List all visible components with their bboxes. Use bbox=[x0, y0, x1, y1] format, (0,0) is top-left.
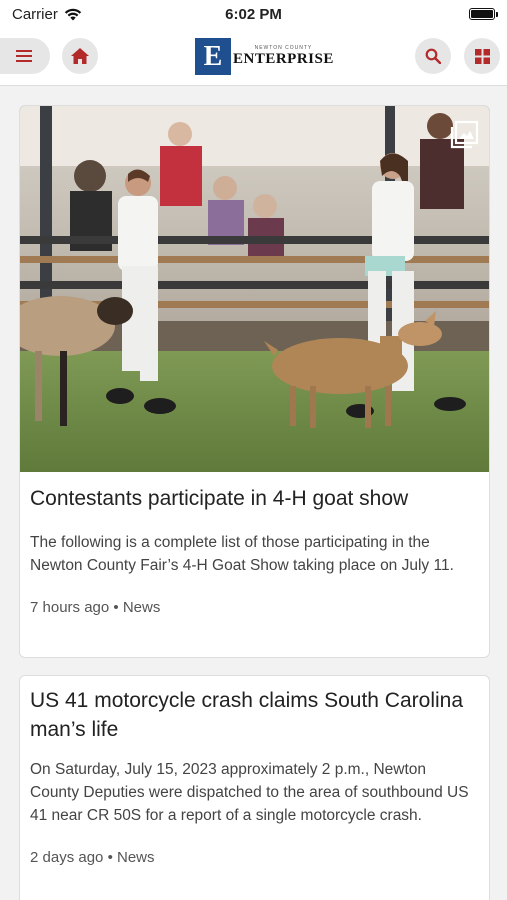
article-feed[interactable]: Contestants participate in 4-H goat show… bbox=[0, 86, 507, 900]
article-category[interactable]: News bbox=[117, 849, 155, 866]
status-bar: Carrier 6:02 PM bbox=[0, 0, 507, 28]
article-body: Contestants participate in 4-H goat show… bbox=[20, 472, 489, 616]
article-time: 7 hours ago bbox=[30, 599, 110, 616]
gallery-button[interactable] bbox=[449, 120, 479, 155]
gallery-icon bbox=[450, 120, 479, 149]
grid-icon bbox=[474, 48, 490, 64]
article-title[interactable]: Contestants participate in 4-H goat show bbox=[30, 484, 479, 513]
grid-button[interactable] bbox=[464, 38, 500, 74]
meta-separator: • bbox=[107, 849, 117, 866]
logo-letter: E bbox=[195, 38, 231, 75]
search-icon bbox=[425, 48, 441, 64]
goat-show-photo bbox=[20, 106, 489, 472]
battery-fill bbox=[471, 10, 493, 18]
article-body: US 41 motorcycle crash claims South Caro… bbox=[20, 676, 489, 866]
logo[interactable]: E NEWTON COUNTY ENTERPRISE bbox=[195, 38, 334, 75]
article-summary: The following is a complete list of thos… bbox=[30, 534, 454, 574]
logo-name: ENTERPRISE bbox=[233, 51, 334, 67]
article-card[interactable]: Contestants participate in 4-H goat show… bbox=[19, 105, 490, 658]
search-button[interactable] bbox=[415, 38, 451, 74]
logo-text: NEWTON COUNTY ENTERPRISE bbox=[233, 45, 334, 68]
app-header: E NEWTON COUNTY ENTERPRISE bbox=[0, 28, 507, 86]
article-photo[interactable] bbox=[20, 106, 489, 472]
wifi-icon bbox=[64, 8, 82, 20]
article-time: 2 days ago bbox=[30, 849, 104, 866]
article-summary: On Saturday, July 15, 2023 approximately… bbox=[30, 761, 469, 824]
battery-icon bbox=[469, 8, 498, 20]
status-left: Carrier bbox=[12, 6, 82, 23]
article-meta: 2 days ago • News bbox=[30, 849, 479, 866]
menu-icon bbox=[16, 50, 32, 62]
article-category[interactable]: News bbox=[123, 599, 161, 616]
meta-separator: • bbox=[113, 599, 123, 616]
home-button[interactable] bbox=[62, 38, 98, 74]
carrier-label: Carrier bbox=[12, 5, 58, 23]
article-meta: 7 hours ago • News bbox=[30, 599, 479, 616]
article-title[interactable]: US 41 motorcycle crash claims South Caro… bbox=[30, 686, 479, 744]
home-icon bbox=[71, 48, 89, 64]
menu-button[interactable] bbox=[0, 38, 50, 74]
article-card[interactable]: US 41 motorcycle crash claims South Caro… bbox=[19, 675, 490, 900]
